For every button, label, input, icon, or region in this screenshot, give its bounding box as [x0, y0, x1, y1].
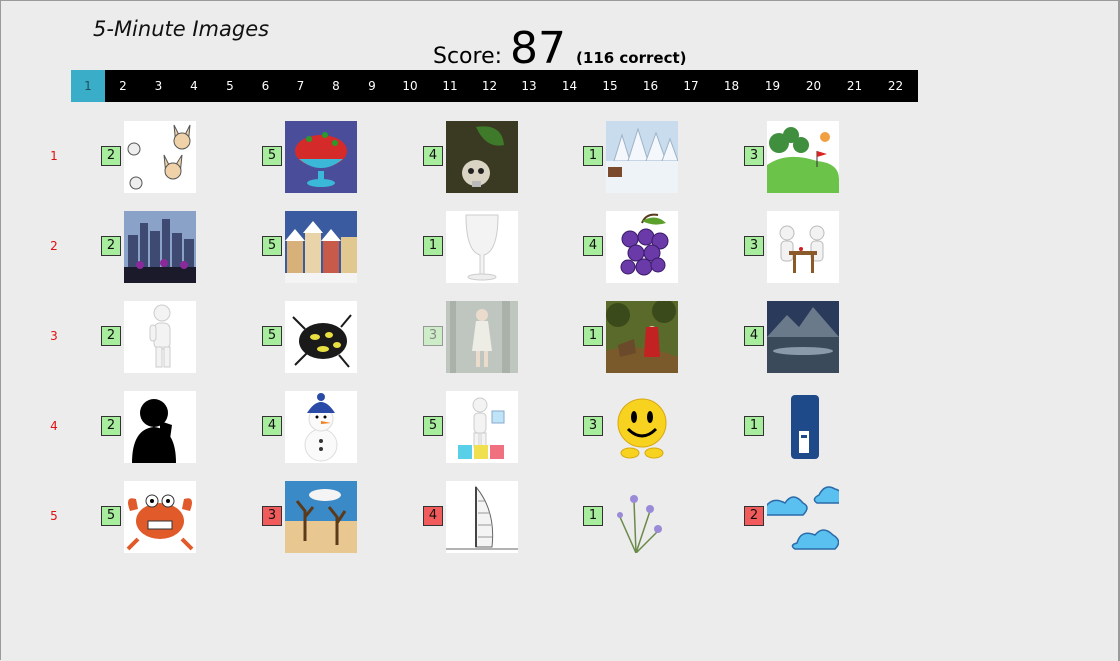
image-cell: 1 [744, 391, 840, 463]
skull-leaf-icon[interactable] [446, 121, 518, 193]
image-cell: 1 [583, 301, 679, 373]
answer-badge: 3 [583, 416, 603, 436]
golf-green-icon[interactable] [767, 121, 839, 193]
beetle-icon[interactable] [285, 301, 357, 373]
image-cell: 3 [744, 121, 840, 193]
figure-with-cubes-icon[interactable] [446, 391, 518, 463]
row-label: 1 [50, 149, 58, 163]
image-cell: 5 [423, 391, 519, 463]
wine-glass-icon[interactable] [446, 211, 518, 283]
image-cell: 2 [101, 301, 197, 373]
answer-badge: 5 [262, 236, 282, 256]
answer-badge: 1 [744, 416, 764, 436]
answer-badge: 2 [101, 326, 121, 346]
city-skyline-icon[interactable] [124, 211, 196, 283]
figures-at-table-icon[interactable] [767, 211, 839, 283]
image-cell: 3 [744, 211, 840, 283]
image-cell: 3 [423, 301, 519, 373]
answer-badge: 3 [744, 236, 764, 256]
row-label: 2 [50, 239, 58, 253]
image-cell: 5 [262, 121, 358, 193]
image-cell: 4 [423, 121, 519, 193]
answer-badge: 4 [262, 416, 282, 436]
desert-trees-icon[interactable] [285, 481, 357, 553]
row-label: 4 [50, 419, 58, 433]
router-icon[interactable] [767, 391, 839, 463]
image-cell: 4 [423, 481, 519, 553]
winter-houses-icon[interactable] [285, 211, 357, 283]
image-cell: 3 [583, 391, 679, 463]
clouds-icon[interactable] [767, 481, 839, 553]
answer-badge: 4 [423, 506, 443, 526]
wildflowers-icon[interactable] [606, 481, 678, 553]
image-cell: 1 [583, 121, 679, 193]
answer-badge: 1 [423, 236, 443, 256]
answer-badge: 2 [101, 236, 121, 256]
answer-badge: 1 [583, 146, 603, 166]
row-label: 5 [50, 509, 58, 523]
strawberry-bowl-icon[interactable] [285, 121, 357, 193]
image-grid: 1 2 5 4 1 3 2 2 5 1 4 3 3 2 5 3 1 4 4 2 4 5 3 1 5 5 3 4 1 2 [1, 1, 1120, 661]
image-cell: 2 [101, 121, 197, 193]
answer-badge: 5 [262, 146, 282, 166]
image-cell: 5 [101, 481, 197, 553]
woman-in-forest-icon[interactable] [446, 301, 518, 373]
image-cell: 5 [262, 301, 358, 373]
grapes-icon[interactable] [606, 211, 678, 283]
burj-al-arab-icon[interactable] [446, 481, 518, 553]
answer-badge: 5 [262, 326, 282, 346]
image-cell: 1 [423, 211, 519, 283]
image-cell: 3 [262, 481, 358, 553]
silhouette-icon[interactable] [124, 391, 196, 463]
thinking-figure-icon[interactable] [124, 301, 196, 373]
snowman-icon[interactable] [285, 391, 357, 463]
answer-badge: 5 [101, 506, 121, 526]
image-cell: 2 [101, 391, 197, 463]
answer-badge: 2 [101, 146, 121, 166]
answer-badge: 1 [583, 506, 603, 526]
answer-badge: 2 [744, 506, 764, 526]
answer-badge: 4 [423, 146, 443, 166]
answer-badge: 3 [423, 326, 443, 346]
image-cell: 2 [744, 481, 840, 553]
crab-icon[interactable] [124, 481, 196, 553]
red-riding-hood-icon[interactable] [606, 301, 678, 373]
row-label: 3 [50, 329, 58, 343]
image-cell: 5 [262, 211, 358, 283]
image-cell: 1 [583, 481, 679, 553]
answer-badge: 4 [744, 326, 764, 346]
snowy-forest-icon[interactable] [606, 121, 678, 193]
answer-badge: 3 [744, 146, 764, 166]
image-cell: 4 [583, 211, 679, 283]
image-cell: 2 [101, 211, 197, 283]
answer-badge: 5 [423, 416, 443, 436]
answer-badge: 2 [101, 416, 121, 436]
answer-badge: 3 [262, 506, 282, 526]
answer-badge: 4 [583, 236, 603, 256]
answer-badge: 1 [583, 326, 603, 346]
image-cell: 4 [744, 301, 840, 373]
smiley-icon[interactable] [606, 391, 678, 463]
image-cell: 4 [262, 391, 358, 463]
mountain-lake-icon[interactable] [767, 301, 839, 373]
fennec-foxes-icon[interactable] [124, 121, 196, 193]
